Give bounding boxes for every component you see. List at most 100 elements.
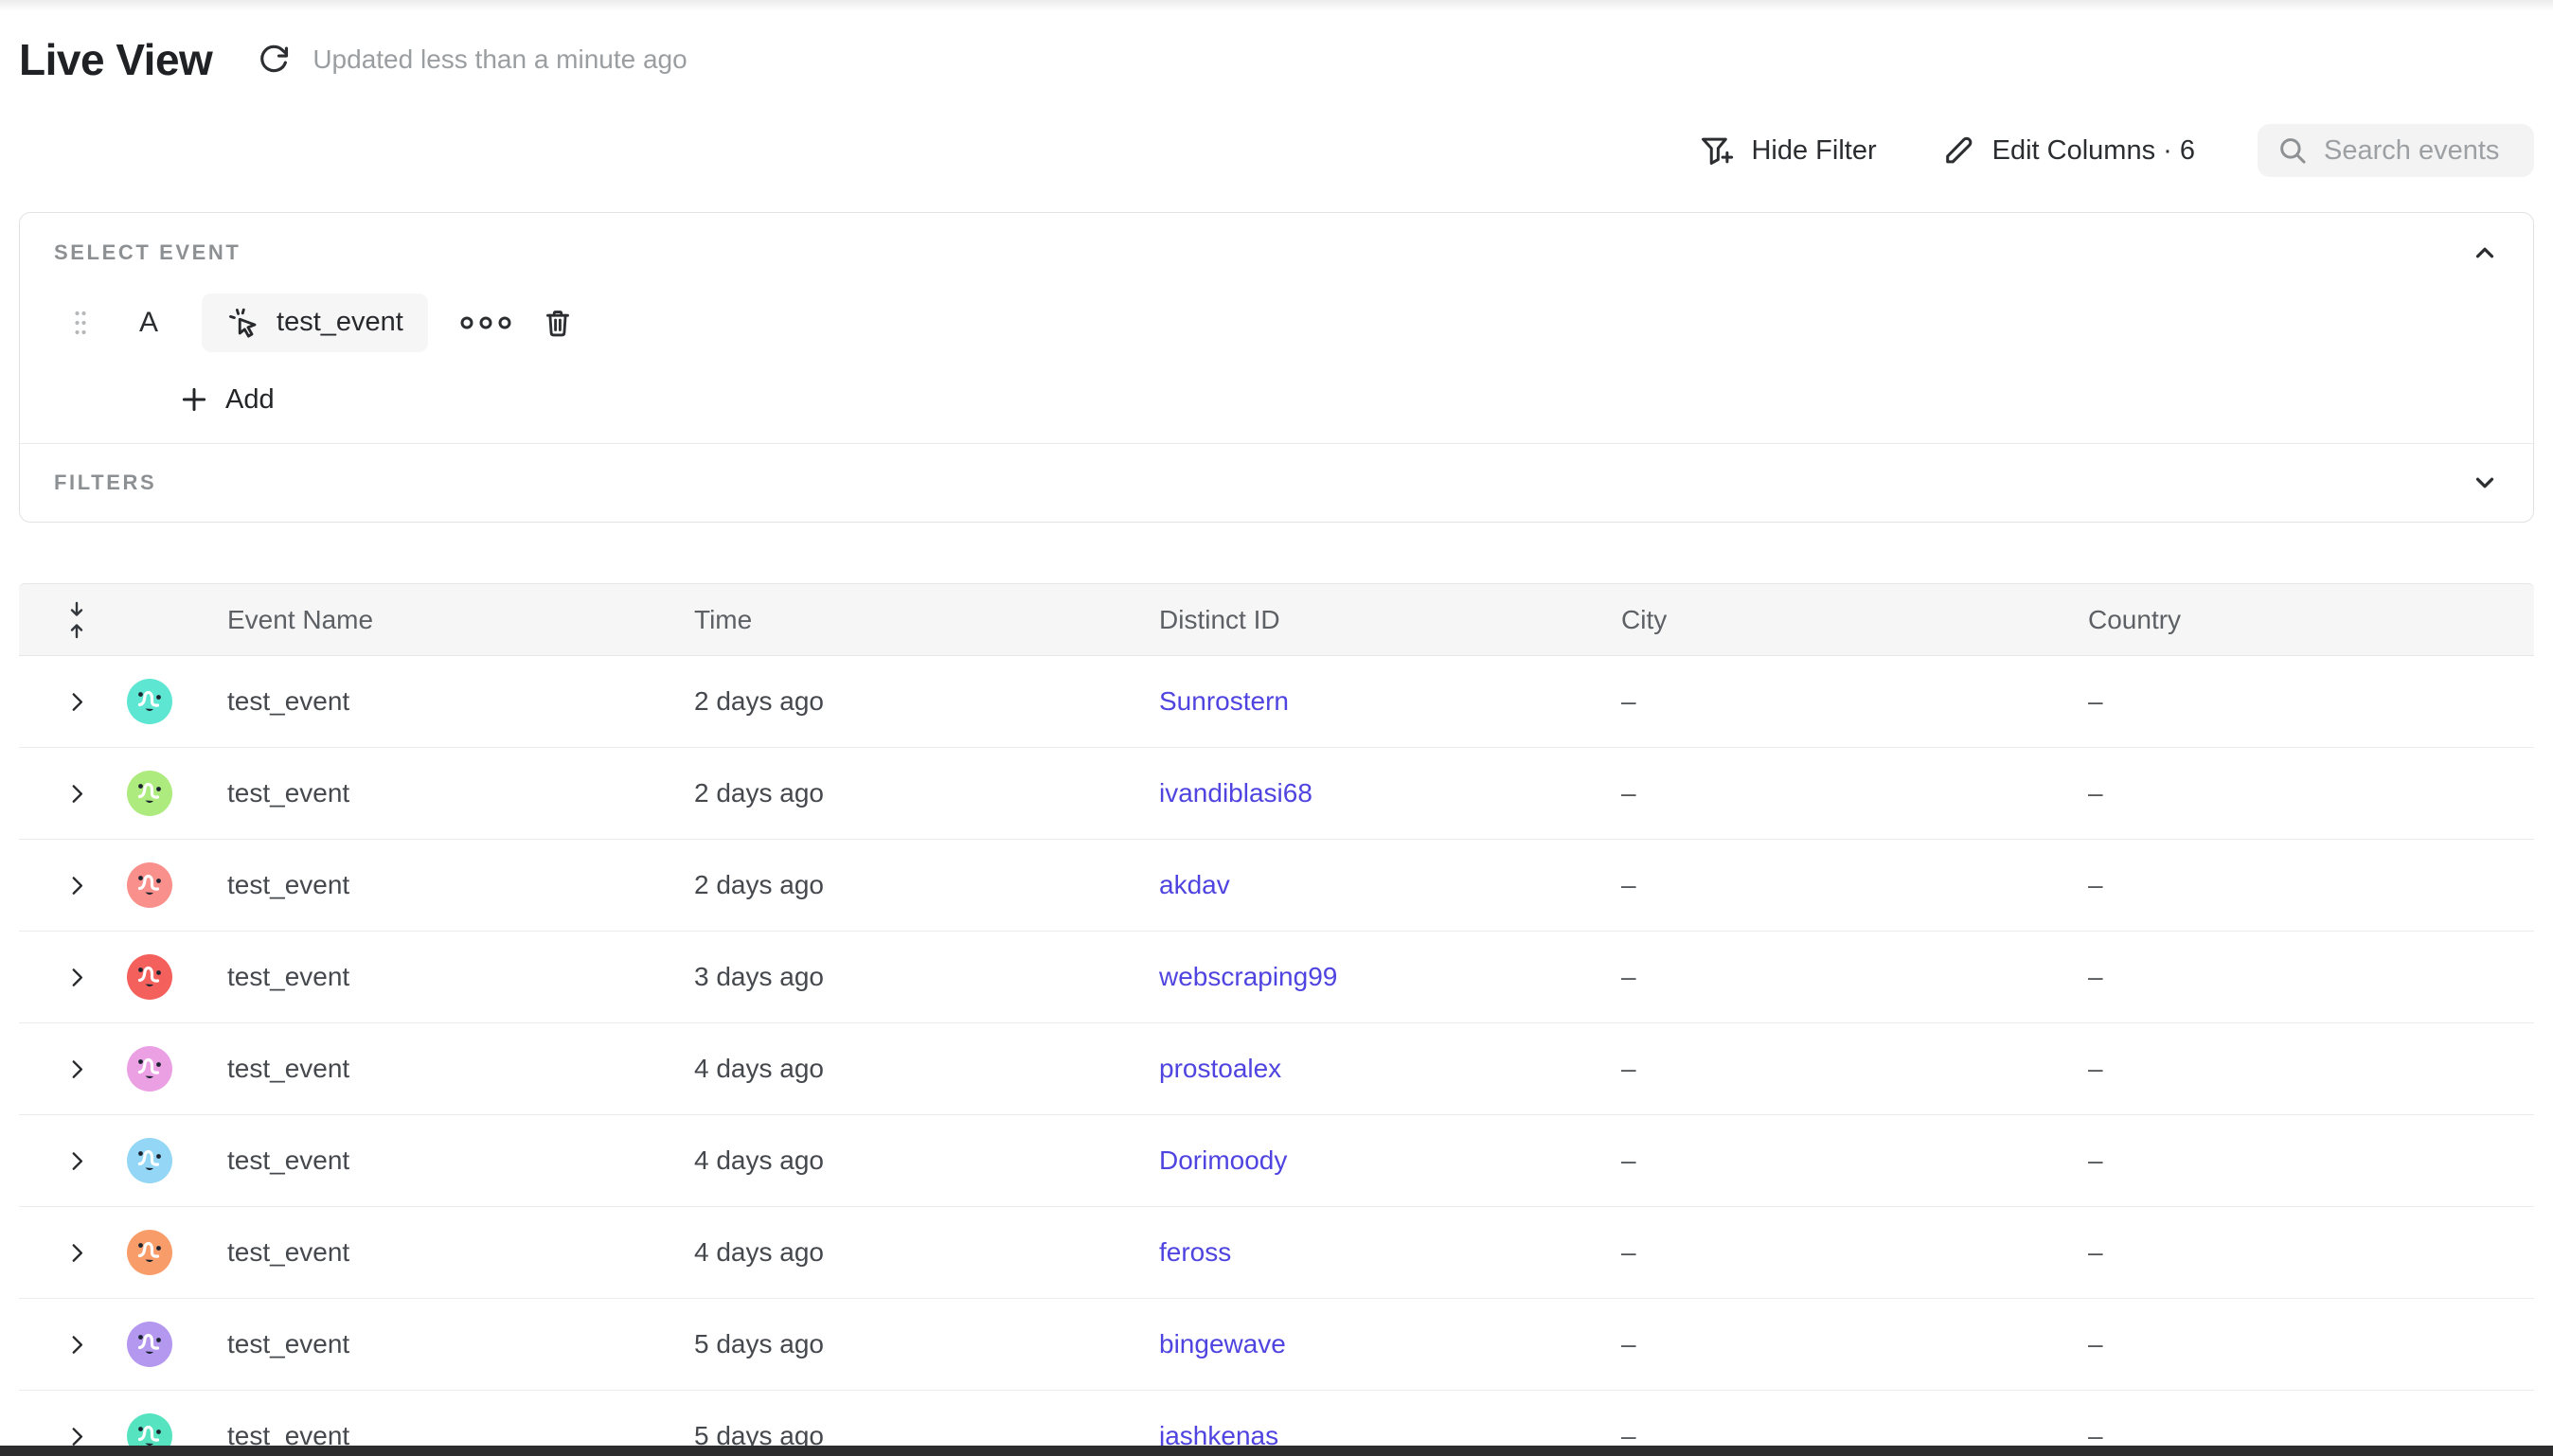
- add-event-label: Add: [225, 384, 275, 416]
- distinct-id-link[interactable]: Dorimoody: [1159, 1145, 1287, 1175]
- filters-label: FILTERS: [54, 471, 156, 495]
- search-icon: [2276, 134, 2309, 167]
- country-cell: –: [2088, 1237, 2534, 1268]
- bottom-edge-bar: [0, 1446, 2553, 1456]
- top-edge-shadow: [0, 0, 2553, 11]
- event-select-button[interactable]: test_event: [202, 293, 428, 352]
- column-header-time[interactable]: Time: [694, 605, 1159, 635]
- table-body: test_event 2 days ago Sunrostern – –: [19, 656, 2534, 1456]
- city-cell: –: [1621, 1054, 2088, 1084]
- chevron-right-icon: [64, 1332, 89, 1357]
- country-cell: –: [2088, 962, 2534, 992]
- event-name-cell: test_event: [227, 962, 694, 992]
- chevron-right-icon: [64, 965, 89, 989]
- user-avatar: [127, 862, 172, 908]
- expand-filters-button[interactable]: [2471, 469, 2499, 497]
- country-cell: –: [2088, 870, 2534, 900]
- city-cell: –: [1621, 1329, 2088, 1359]
- expand-row-button[interactable]: [64, 1056, 89, 1081]
- table-row: test_event 3 days ago webscraping99 – –: [19, 932, 2534, 1023]
- event-name-cell: test_event: [227, 1145, 694, 1176]
- add-event-button[interactable]: Add: [179, 381, 275, 418]
- query-builder-panel: SELECT EVENT A: [19, 212, 2534, 523]
- time-cell: 3 days ago: [694, 962, 1159, 992]
- cursor-click-icon: [226, 306, 260, 340]
- search-box[interactable]: [2258, 124, 2534, 177]
- expand-row-button[interactable]: [64, 781, 89, 806]
- city-cell: –: [1621, 686, 2088, 717]
- distinct-id-link[interactable]: prostoalex: [1159, 1054, 1281, 1083]
- edit-columns-button[interactable]: Edit Columns · 6: [1939, 133, 2195, 169]
- event-row: A test_event: [54, 293, 2499, 352]
- page-header: Live View Updated less than a minute ago: [19, 34, 2534, 85]
- column-header-event-name[interactable]: Event Name: [227, 605, 694, 635]
- select-event-section: SELECT EVENT A: [20, 213, 2533, 443]
- country-cell: –: [2088, 778, 2534, 808]
- expand-row-button[interactable]: [64, 965, 89, 989]
- funnel-plus-icon: [1698, 133, 1734, 169]
- more-options-button[interactable]: [459, 311, 512, 334]
- chevron-down-icon: [2471, 469, 2499, 497]
- chevron-right-icon: [64, 1240, 89, 1265]
- distinct-id-link[interactable]: webscraping99: [1159, 962, 1337, 991]
- expand-row-button[interactable]: [64, 1332, 89, 1357]
- time-cell: 4 days ago: [694, 1237, 1159, 1268]
- expand-row-button[interactable]: [64, 1240, 89, 1265]
- user-avatar: [127, 954, 172, 1000]
- city-cell: –: [1621, 1145, 2088, 1176]
- more-options-icon: [459, 311, 512, 334]
- table-row: test_event 2 days ago Sunrostern – –: [19, 656, 2534, 748]
- time-cell: 2 days ago: [694, 686, 1159, 717]
- expand-row-button[interactable]: [64, 873, 89, 897]
- user-avatar: [127, 1138, 172, 1183]
- expand-row-button[interactable]: [64, 1148, 89, 1173]
- user-avatar: [127, 679, 172, 724]
- column-header-country[interactable]: Country: [2088, 605, 2534, 635]
- time-cell: 4 days ago: [694, 1145, 1159, 1176]
- time-cell: 2 days ago: [694, 870, 1159, 900]
- search-input[interactable]: [2324, 135, 2515, 167]
- filters-section: FILTERS: [20, 444, 2533, 522]
- event-name-cell: test_event: [227, 870, 694, 900]
- event-select-label: test_event: [277, 307, 403, 338]
- distinct-id-link[interactable]: ivandiblasi68: [1159, 778, 1312, 808]
- distinct-id-link[interactable]: feross: [1159, 1237, 1231, 1267]
- refresh-icon: [256, 42, 292, 78]
- column-header-distinct-id[interactable]: Distinct ID: [1159, 605, 1621, 635]
- country-cell: –: [2088, 1329, 2534, 1359]
- chevron-right-icon: [64, 1056, 89, 1081]
- column-header-city[interactable]: City: [1621, 605, 2088, 635]
- page-title: Live View: [19, 34, 212, 85]
- city-cell: –: [1621, 962, 2088, 992]
- chevron-right-icon: [64, 1148, 89, 1173]
- table-row: test_event 5 days ago bingewave – –: [19, 1299, 2534, 1391]
- user-avatar: [127, 771, 172, 816]
- event-name-cell: test_event: [227, 1237, 694, 1268]
- hide-filter-button[interactable]: Hide Filter: [1698, 133, 1876, 169]
- chevron-up-icon: [2471, 239, 2499, 267]
- live-view-page: Live View Updated less than a minute ago…: [0, 0, 2553, 1456]
- time-cell: 2 days ago: [694, 778, 1159, 808]
- delete-event-button[interactable]: [541, 306, 575, 340]
- distinct-id-link[interactable]: akdav: [1159, 870, 1230, 899]
- table-header-row: Event Name Time Distinct ID City Country: [19, 583, 2534, 656]
- refresh-button[interactable]: [256, 42, 292, 78]
- chevron-right-icon: [64, 689, 89, 714]
- table-row: test_event 4 days ago Dorimoody – –: [19, 1115, 2534, 1207]
- expand-row-button[interactable]: [64, 689, 89, 714]
- country-cell: –: [2088, 1145, 2534, 1176]
- distinct-id-link[interactable]: Sunrostern: [1159, 686, 1289, 716]
- table-row: test_event 2 days ago ivandiblasi68 – –: [19, 748, 2534, 840]
- collapse-select-event-button[interactable]: [2471, 239, 2499, 267]
- user-avatar: [127, 1230, 172, 1275]
- collapse-all-rows-button[interactable]: [65, 599, 88, 641]
- country-cell: –: [2088, 686, 2534, 717]
- event-name-cell: test_event: [227, 778, 694, 808]
- drag-handle-icon[interactable]: [73, 310, 88, 336]
- hide-filter-label: Hide Filter: [1751, 135, 1876, 167]
- updated-status: Updated less than a minute ago: [312, 44, 687, 75]
- table-row: test_event 4 days ago feross – –: [19, 1207, 2534, 1299]
- plus-icon: [179, 384, 209, 415]
- distinct-id-link[interactable]: bingewave: [1159, 1329, 1286, 1358]
- event-name-cell: test_event: [227, 686, 694, 717]
